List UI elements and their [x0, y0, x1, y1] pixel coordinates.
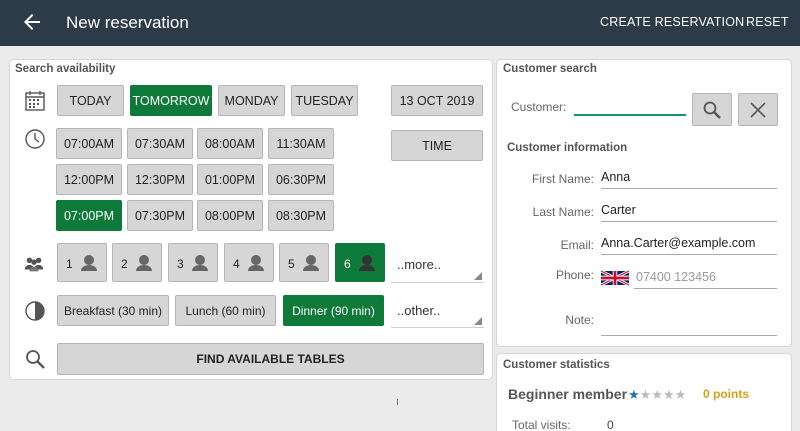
- time-slot-button[interactable]: 12:00PM: [56, 164, 122, 195]
- first-name-field[interactable]: Anna: [601, 167, 777, 189]
- day-button-tomorrow[interactable]: TOMORROW: [130, 85, 212, 116]
- person-icon: [359, 255, 375, 271]
- time-slot-button[interactable]: 11:30AM: [268, 128, 334, 159]
- star-empty-icon: ★: [639, 387, 652, 402]
- search-icon: [26, 350, 45, 369]
- email-field[interactable]: Anna.Carter@example.com: [601, 233, 777, 255]
- top-app-bar: New reservation CREATE RESERVATION RESET: [0, 0, 800, 46]
- day-button-tuesday[interactable]: TUESDAY: [291, 85, 358, 116]
- party-size-number: 3: [177, 257, 184, 271]
- meal-button-lunch[interactable]: Lunch (60 min): [175, 295, 276, 326]
- time-slot-button[interactable]: 07:30AM: [127, 128, 193, 159]
- customer-search-input[interactable]: [574, 94, 686, 116]
- meal-button-breakfast[interactable]: Breakfast (30 min): [57, 295, 169, 326]
- search-availability-title: Search availability: [15, 63, 116, 75]
- total-visits-value: 0: [607, 418, 614, 431]
- party-size-number: 5: [288, 257, 295, 271]
- time-slot-button[interactable]: 01:00PM: [197, 164, 263, 195]
- customer-information-title: Customer information: [507, 142, 628, 154]
- more-label: ..more..: [397, 257, 442, 272]
- page-title: New reservation: [66, 13, 189, 32]
- star-empty-icon: ★: [674, 387, 687, 402]
- person-icon: [248, 255, 264, 271]
- time-slot-button[interactable]: 06:30PM: [268, 164, 334, 195]
- star-empty-icon: ★: [662, 387, 675, 402]
- duration-icon: [25, 301, 45, 321]
- time-slot-button[interactable]: 07:00AM: [56, 128, 122, 159]
- time-slot-button[interactable]: 08:00AM: [197, 128, 263, 159]
- person-icon: [136, 255, 152, 271]
- people-icon: [24, 257, 44, 272]
- star-empty-icon: ★: [651, 387, 663, 402]
- time-slot-button-selected[interactable]: 07:00PM: [56, 200, 122, 231]
- uk-flag-icon[interactable]: [601, 270, 629, 286]
- party-size-button-5[interactable]: 5: [279, 243, 329, 282]
- customer-statistics-title: Customer statistics: [503, 359, 610, 371]
- party-size-button-2[interactable]: 2: [112, 243, 162, 282]
- total-visits-label: Total visits:: [512, 418, 571, 431]
- more-party-size-dropdown[interactable]: ..more..: [391, 250, 484, 283]
- star-filled-icon: ★: [628, 387, 640, 402]
- text-cursor: [397, 399, 398, 405]
- party-size-button-4[interactable]: 4: [224, 243, 274, 282]
- note-label: Note:: [565, 313, 594, 327]
- magnifier-icon: [703, 101, 721, 119]
- party-size-button-6[interactable]: 6: [335, 243, 385, 282]
- find-available-tables-button[interactable]: FIND AVAILABLE TABLES: [57, 343, 484, 375]
- party-size-number: 4: [233, 257, 240, 271]
- customer-search-button[interactable]: [692, 93, 732, 126]
- party-size-button-3[interactable]: 3: [168, 243, 218, 282]
- person-icon: [303, 255, 319, 271]
- person-icon: [81, 255, 97, 271]
- customer-label: Customer:: [511, 100, 567, 114]
- time-slot-button[interactable]: 07:30PM: [127, 200, 193, 231]
- close-icon: [750, 101, 766, 118]
- time-slot-button[interactable]: 08:30PM: [268, 200, 334, 231]
- other-label: ..other..: [397, 303, 441, 318]
- party-size-number: 1: [66, 257, 73, 271]
- rating-stars: ★★★★★: [628, 386, 686, 404]
- day-button-monday[interactable]: MONDAY: [218, 85, 285, 116]
- calendar-icon: [25, 91, 45, 111]
- person-icon: [192, 255, 208, 271]
- back-arrow-icon[interactable]: [20, 10, 44, 34]
- time-slot-button[interactable]: 08:00PM: [197, 200, 263, 231]
- party-size-button-1[interactable]: 1: [57, 243, 107, 282]
- customer-search-title: Customer search: [503, 63, 597, 75]
- time-button[interactable]: TIME: [391, 130, 483, 161]
- dropdown-triangle-icon: [474, 272, 482, 280]
- meal-button-dinner[interactable]: Dinner (90 min): [283, 295, 384, 326]
- clock-icon: [25, 129, 45, 149]
- phone-field[interactable]: 07400 123456: [634, 267, 777, 289]
- party-size-number: 6: [344, 257, 351, 271]
- points-value: 0 points: [703, 387, 750, 401]
- create-reservation-button[interactable]: CREATE RESERVATION: [600, 15, 744, 29]
- day-button-today[interactable]: TODAY: [57, 85, 124, 116]
- last-name-label: Last Name:: [532, 205, 594, 219]
- first-name-label: First Name:: [531, 172, 594, 186]
- time-slot-button[interactable]: 12:30PM: [127, 164, 193, 195]
- other-meal-dropdown[interactable]: ..other..: [391, 295, 484, 328]
- phone-label: Phone:: [555, 268, 594, 282]
- date-picker-button[interactable]: 13 OCT 2019: [391, 85, 483, 116]
- dropdown-triangle-icon: [474, 317, 482, 325]
- last-name-field[interactable]: Carter: [601, 200, 777, 222]
- note-field[interactable]: [601, 314, 777, 336]
- clear-customer-button[interactable]: [738, 93, 778, 126]
- party-size-number: 2: [121, 257, 128, 271]
- reset-button[interactable]: RESET: [746, 15, 789, 29]
- email-label: Email:: [560, 238, 594, 252]
- member-level: Beginner member: [508, 386, 628, 402]
